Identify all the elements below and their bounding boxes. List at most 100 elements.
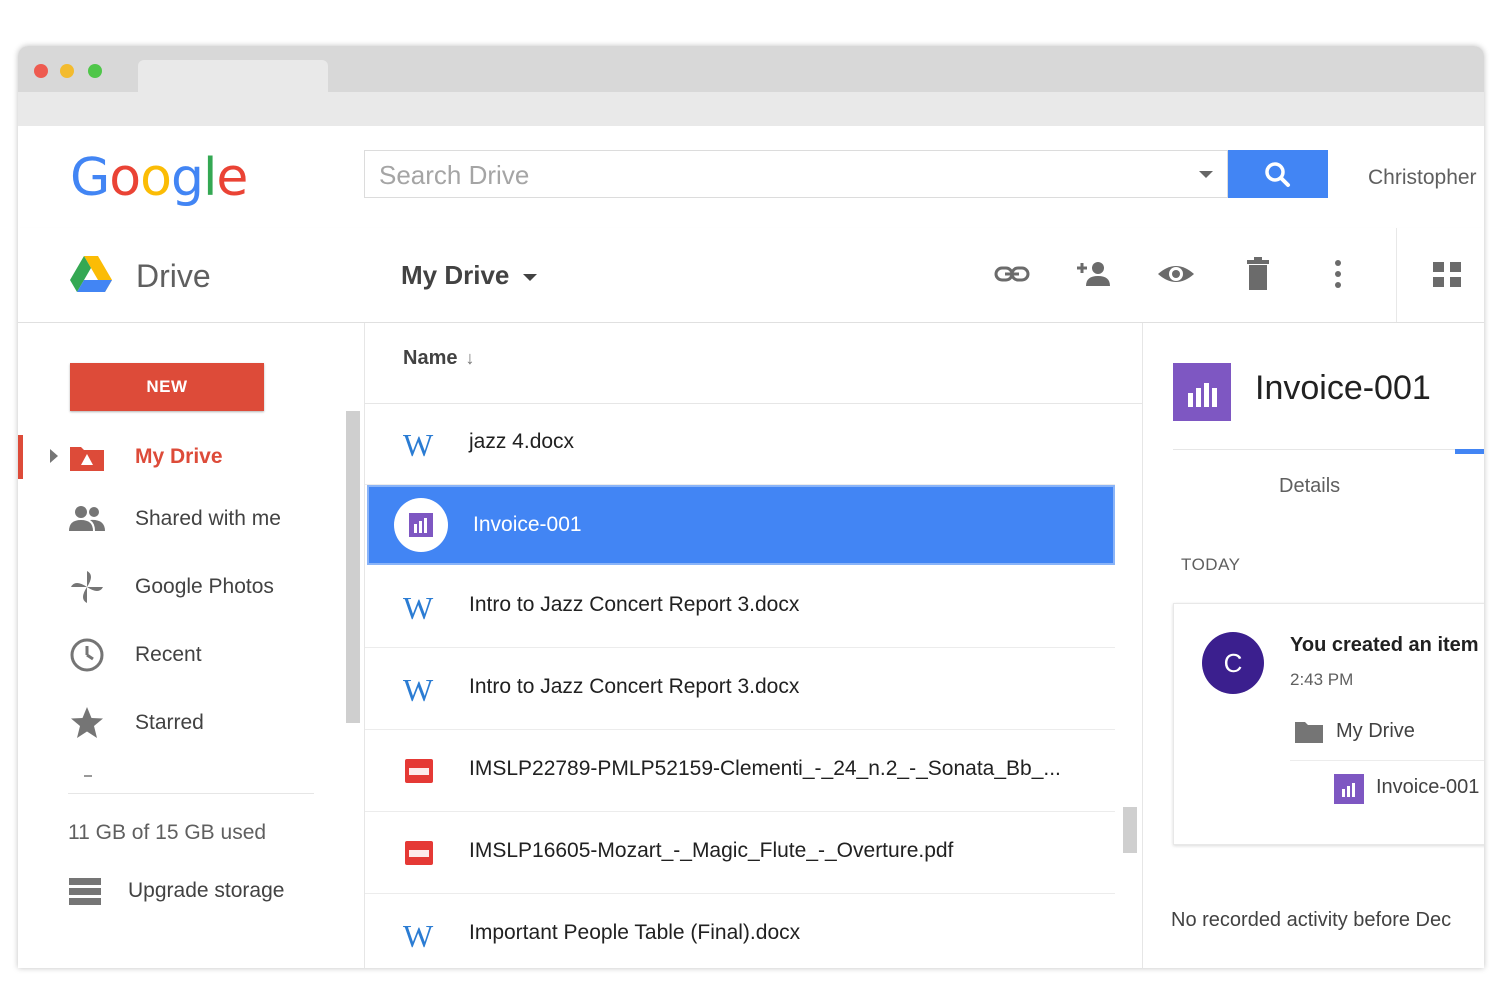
logo-letter: l [202, 148, 217, 208]
file-name: Intro to Jazz Concert Report 3.docx [469, 593, 800, 616]
details-title: Invoice-001 [1255, 369, 1431, 407]
search-icon [1265, 162, 1290, 187]
sidebar-scrollbar[interactable] [346, 411, 360, 723]
logo-letter: o [109, 148, 141, 208]
file-name: Intro to Jazz Concert Report 3.docx [469, 675, 800, 698]
toolbar-separator [1396, 228, 1397, 322]
svg-text:W: W [403, 918, 434, 954]
chevron-down-icon [523, 273, 538, 281]
location-menu[interactable]: My Drive [401, 260, 538, 291]
svg-text:W: W [403, 590, 434, 626]
activity-file[interactable]: Invoice-001 [1376, 776, 1479, 799]
maximize-window-button[interactable] [88, 64, 102, 78]
folder-icon [1295, 722, 1323, 743]
shared-people-icon [69, 506, 105, 531]
file-row-selected[interactable]: Invoice-001 [367, 485, 1115, 565]
clock-icon [70, 638, 104, 672]
name-column-label: Name [403, 347, 458, 369]
sidebar-item-google-photos[interactable]: Google Photos [18, 563, 348, 611]
file-name: jazz 4.docx [469, 430, 575, 453]
browser-address-bar [18, 92, 1484, 126]
photos-pinwheel-icon [71, 571, 103, 603]
no-activity-text: No recorded activity before Dec [1171, 909, 1452, 931]
storage-stack-icon [69, 878, 101, 905]
sidebar: NEW My Drive Shared with me Google Photo… [18, 323, 364, 968]
activity-folder[interactable]: My Drive [1336, 720, 1415, 743]
details-tab-divider [1173, 449, 1484, 450]
minimize-window-button[interactable] [60, 64, 74, 78]
drive-header: Google Christopher [18, 126, 1484, 229]
avatar[interactable]: C [1202, 632, 1264, 694]
name-column-header[interactable]: Name ↓ [403, 347, 474, 370]
details-panel: Invoice-001 Details TODAY C You created … [1142, 323, 1484, 968]
drive-toolbar: Drive My Drive [18, 228, 1484, 323]
search-input[interactable] [377, 159, 1181, 191]
word-doc-icon: W [403, 590, 434, 626]
word-doc-icon: W [403, 918, 434, 954]
file-name: IMSLP16605-Mozart_-_Magic_Flute_-_Overtu… [469, 839, 954, 862]
file-row[interactable]: W jazz 4.docx [365, 404, 1115, 485]
sidebar-item-shared-with-me[interactable]: Shared with me [18, 495, 348, 543]
search-box [364, 150, 1228, 198]
file-name: Invoice-001 [473, 513, 582, 536]
file-row[interactable]: IMSLP22789-PMLP52159-Clementi_-_24_n.2_-… [365, 731, 1115, 812]
trash-icon[interactable] [1238, 254, 1278, 294]
location-menu-label: My Drive [401, 260, 510, 290]
logo-letter: o [140, 148, 172, 208]
star-icon [71, 707, 103, 738]
sheet-file-icon [1334, 774, 1364, 804]
grid-view-icon[interactable] [1428, 254, 1468, 294]
browser-titlebar [18, 46, 1484, 92]
my-drive-icon [70, 447, 104, 471]
svg-text:W: W [403, 672, 434, 708]
sidebar-item-label: Recent [135, 643, 202, 666]
file-row[interactable]: W Important People Table (Final).docx [365, 895, 1115, 968]
more-options-icon[interactable] [1318, 254, 1358, 294]
activity-divider [1290, 760, 1484, 761]
preview-eye-icon[interactable] [1156, 254, 1196, 294]
file-row[interactable]: W Intro to Jazz Concert Report 3.docx [365, 649, 1115, 730]
activity-tab-indicator [1455, 449, 1484, 454]
upgrade-storage-link[interactable]: Upgrade storage [18, 867, 348, 915]
more-indicator [84, 775, 92, 777]
sidebar-item-label: Google Photos [135, 575, 274, 598]
browser-window: Google Christopher Drive My Drive [18, 46, 1484, 968]
search-options-dropdown[interactable] [1199, 171, 1213, 178]
sheet-file-icon [1173, 363, 1231, 421]
google-logo[interactable]: Google [70, 148, 248, 208]
tab-details[interactable]: Details [1279, 475, 1340, 498]
file-name: Important People Table (Final).docx [469, 921, 801, 944]
file-name: IMSLP22789-PMLP52159-Clementi_-_24_n.2_-… [469, 757, 1061, 780]
file-list: Name ↓ W jazz 4.docx Invoice-001 W Intro … [364, 323, 1143, 968]
sidebar-item-label: Shared with me [135, 507, 281, 530]
sidebar-divider [68, 793, 314, 794]
file-list-scrollbar[interactable] [1123, 807, 1137, 853]
activity-text: You created an item [1290, 634, 1479, 656]
account-name[interactable]: Christopher [1368, 166, 1477, 190]
upgrade-storage-label: Upgrade storage [128, 879, 285, 902]
file-row[interactable]: IMSLP16605-Mozart_-_Magic_Flute_-_Overtu… [365, 813, 1115, 894]
word-doc-icon: W [403, 672, 434, 708]
svg-text:W: W [403, 427, 434, 463]
logo-letter: e [216, 148, 248, 208]
get-link-icon[interactable] [992, 254, 1032, 294]
file-row[interactable]: W Intro to Jazz Concert Report 3.docx [365, 567, 1115, 648]
sidebar-item-my-drive[interactable]: My Drive [18, 433, 348, 481]
pdf-file-icon [405, 759, 433, 783]
search-button[interactable] [1228, 150, 1328, 198]
activity-time: 2:43 PM [1290, 670, 1354, 689]
sidebar-item-label: Starred [135, 711, 204, 734]
sidebar-item-recent[interactable]: Recent [18, 631, 348, 679]
close-window-button[interactable] [34, 64, 48, 78]
browser-tab[interactable] [138, 60, 328, 92]
logo-letter: G [70, 148, 110, 208]
sidebar-item-starred[interactable]: Starred [18, 699, 348, 747]
share-add-person-icon[interactable] [1074, 254, 1114, 294]
sidebar-item-label: My Drive [135, 445, 223, 468]
activity-card: C You created an item 2:43 PM My Drive I… [1173, 603, 1484, 845]
sort-arrow-icon: ↓ [465, 348, 475, 368]
logo-letter: g [170, 148, 204, 208]
pdf-file-icon [405, 841, 433, 865]
word-doc-icon: W [403, 427, 434, 463]
new-button[interactable]: NEW [70, 363, 264, 411]
